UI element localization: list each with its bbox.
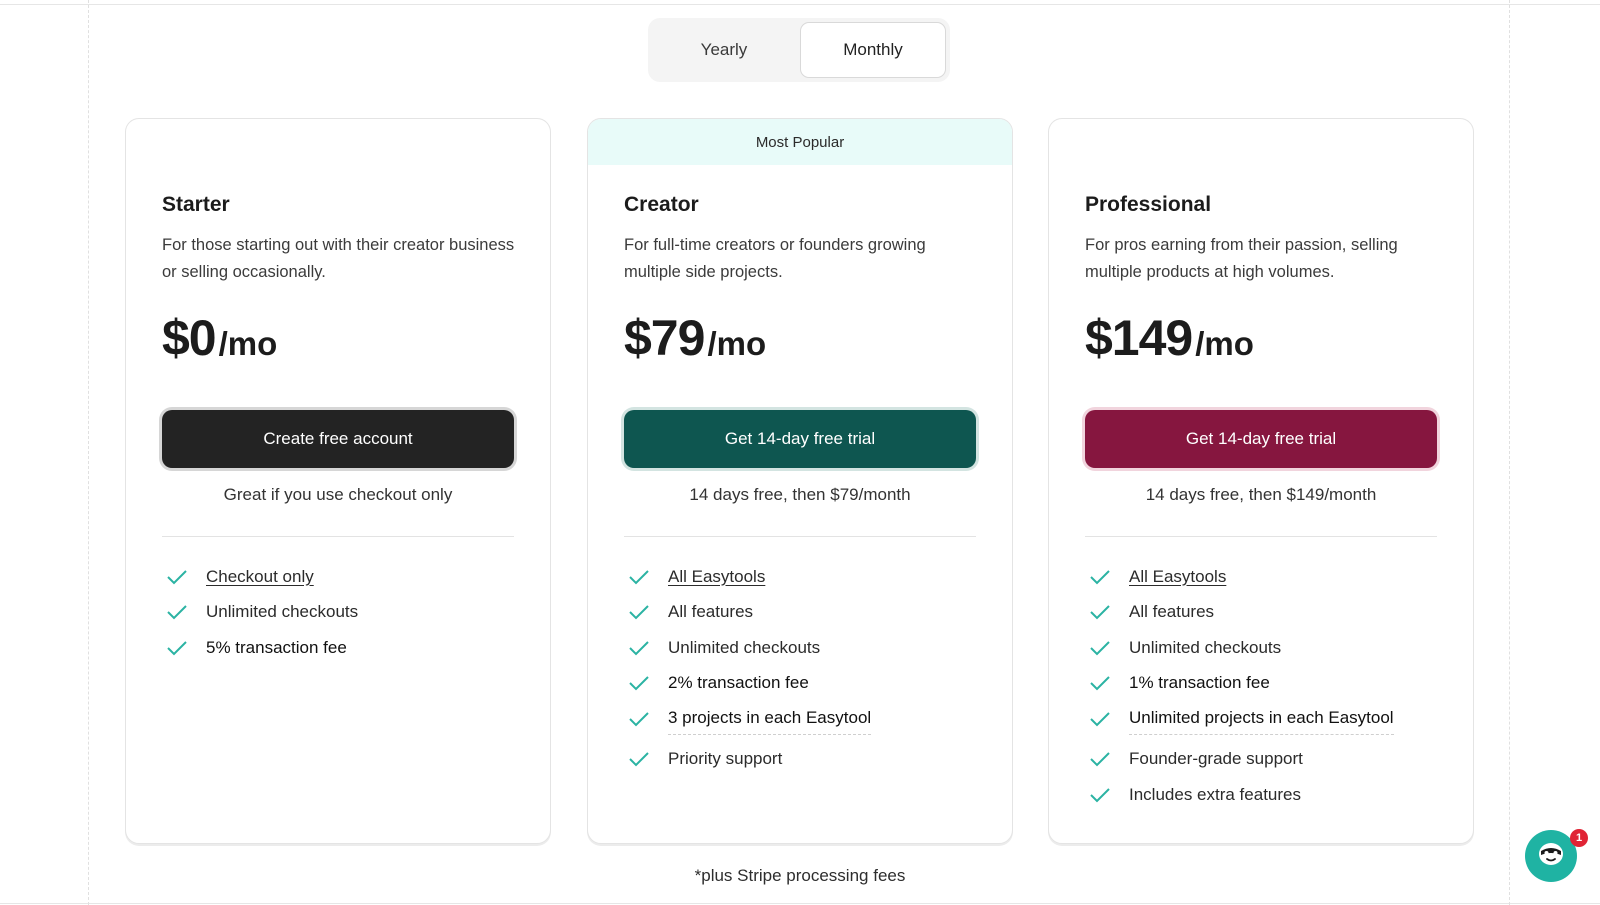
check-icon [1089,640,1119,656]
price-amount: $0 [162,310,217,366]
check-icon [628,751,658,767]
feature-item: Priority support [624,742,976,778]
layout-guide-left [88,0,89,905]
feature-link-all-easytools[interactable]: All Easytools [668,567,765,587]
cta-note: 14 days free, then $79/month [689,485,911,504]
plan-description: For pros earning from their passion, sel… [1085,236,1398,281]
price-amount: $149 [1085,310,1193,366]
plan-card-starter: Starter For those starting out with thei… [125,118,551,844]
plan-card-creator: Most Popular Creator For full-time creat… [587,118,1013,844]
check-icon [628,640,658,656]
feature-item: Founder-grade support [1085,742,1437,778]
plan-name: Starter [162,193,230,216]
feature-tooltip-trigger[interactable]: Unlimited projects in each Easytool [1129,708,1394,736]
feature-link-all-easytools[interactable]: All Easytools [1129,567,1226,587]
start-trial-button-professional[interactable]: Get 14-day free trial [1085,410,1437,468]
feature-item: 5% transaction fee [162,630,514,666]
feature-item: All features [1085,595,1437,631]
feature-text: Includes extra features [1129,784,1301,804]
feature-tooltip-trigger[interactable]: 3 projects in each Easytool [668,708,872,736]
layout-guide-right [1509,0,1510,905]
price-unit: /mo [218,325,278,362]
plan-description: For full-time creators or founders growi… [624,236,926,281]
feature-list: Checkout only Unlimited checkouts 5% tra… [162,559,514,666]
top-divider [0,4,1600,5]
create-free-account-button[interactable]: Create free account [162,410,514,468]
plan-price: $79 /mo [624,309,766,367]
feature-item: Includes extra features [1085,777,1437,813]
price-unit: /mo [707,325,767,362]
feature-text: 1% transaction fee [1129,673,1270,693]
feature-item: All features [624,595,976,631]
feature-item: Unlimited projects in each Easytool [1085,701,1437,737]
check-icon [1089,787,1119,803]
stripe-fees-footnote: *plus Stripe processing fees [694,866,906,885]
plan-price: $149 /mo [1085,309,1254,367]
feature-item: 2% transaction fee [624,666,976,702]
check-icon [628,604,658,620]
feature-text: Unlimited checkouts [1129,637,1282,657]
toggle-monthly[interactable]: Monthly [800,22,946,78]
feature-list: All Easytools All features Unlimited che… [1085,559,1437,813]
check-icon [166,569,196,585]
unread-count-badge: 1 [1570,829,1588,847]
price-amount: $79 [624,310,705,366]
feature-item: 3 projects in each Easytool [624,701,976,737]
feature-text: Unlimited checkouts [206,602,359,622]
feature-link-checkout-only[interactable]: Checkout only [206,567,314,587]
plan-name: Professional [1085,193,1212,216]
plan-price: $0 /mo [162,309,277,367]
feature-item: 1% transaction fee [1085,666,1437,702]
feature-text: Priority support [668,749,783,769]
check-icon [1089,751,1119,767]
cta-note: Great if you use checkout only [223,485,453,504]
card-divider [624,536,976,537]
feature-text: 5% transaction fee [206,637,347,657]
feature-item: Checkout only [162,559,514,595]
feature-item: Unlimited checkouts [624,630,976,666]
plan-description: For those starting out with their creato… [162,236,515,281]
price-unit: /mo [1195,325,1254,362]
check-icon [628,569,658,585]
billing-period-toggle: Yearly Monthly [648,18,950,82]
check-icon [1089,569,1119,585]
feature-text: All features [668,602,754,622]
check-icon [628,675,658,691]
check-icon [166,604,196,620]
card-divider [162,536,514,537]
feature-text: Unlimited checkouts [668,637,821,657]
most-popular-badge: Most Popular [588,119,1012,165]
card-divider [1085,536,1437,537]
feature-text: All features [1129,602,1215,622]
chat-mascot-icon [1536,839,1566,874]
bottom-divider [0,903,1600,904]
feature-item: All Easytools [1085,559,1437,595]
plan-card-professional: Professional For pros earning from their… [1048,118,1474,844]
feature-text: Founder-grade support [1129,749,1303,769]
check-icon [1089,711,1119,727]
feature-item: Unlimited checkouts [162,595,514,631]
toggle-yearly[interactable]: Yearly [652,22,796,78]
feature-item: All Easytools [624,559,976,595]
check-icon [1089,604,1119,620]
feature-item: Unlimited checkouts [1085,630,1437,666]
check-icon [628,711,658,727]
cta-note: 14 days free, then $149/month [1145,485,1377,504]
start-trial-button-creator[interactable]: Get 14-day free trial [624,410,976,468]
feature-list: All Easytools All features Unlimited che… [624,559,976,777]
plan-name: Creator [624,193,699,216]
check-icon [166,640,196,656]
check-icon [1089,675,1119,691]
feature-text: 2% transaction fee [668,673,809,693]
